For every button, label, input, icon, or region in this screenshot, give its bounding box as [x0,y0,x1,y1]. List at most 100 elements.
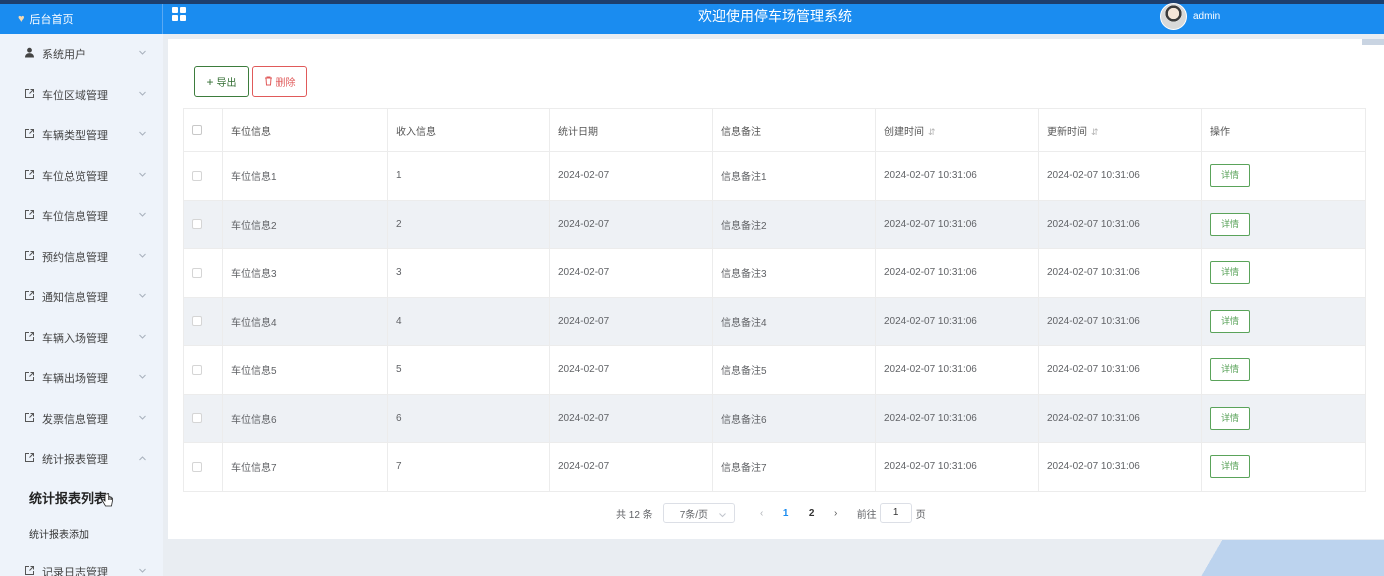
sidebar-item-label: 发票信息管理 [42,413,108,426]
table-row: 车位信息2 2 2024-02-07 信息备注2 2024-02-07 10:31:06… [183,199,1366,249]
chevron-down-icon [139,334,146,341]
cell-income: 4 [387,296,550,346]
cell-spot: 车位信息3 [222,248,388,298]
sidebar-subitem-0[interactable]: 统计报表列表 [0,480,163,516]
sidebar-item-9[interactable]: 发票信息管理 [0,399,163,440]
detail-button[interactable]: 详情 [1210,212,1250,236]
page-number-2[interactable]: 2 [799,508,825,519]
chevron-down-icon [139,415,146,422]
sidebar-item-label: 车辆类型管理 [42,130,108,143]
cell-spot: 车位信息5 [222,345,388,395]
sidebar-item-8[interactable]: 车辆出场管理 [0,358,163,399]
cell-note: 信息备注5 [712,345,876,395]
username: admin [1193,10,1221,22]
total-count: 共 12 条 [616,509,653,521]
row-checkbox[interactable] [192,219,202,230]
row-checkbox[interactable] [192,170,202,181]
cell-income: 7 [387,442,550,492]
column-header-4[interactable]: 创建时间 ⇵ [875,108,1039,152]
sidebar-item-log[interactable]: 记录日志管理 [0,552,163,576]
row-checkbox[interactable] [192,316,202,327]
sidebar-item-1[interactable]: 车位区域管理 [0,75,163,116]
prev-page-button[interactable]: ‹ [751,508,773,519]
page-list: 12 [773,508,825,519]
sidebar-item-3[interactable]: 车位总览管理 [0,156,163,197]
column-header-label: 更新时间 [1047,126,1087,138]
cell-spot: 车位信息7 [222,442,388,492]
cell-note: 信息备注3 [712,248,876,298]
top-header: ♥ 后台首页 欢迎使用停车场管理系统 admin [0,1,1384,34]
row-select-cell [183,442,223,492]
detail-button[interactable]: 详情 [1210,309,1250,333]
user-menu[interactable]: admin [1160,1,1220,31]
chevron-down-icon [139,212,146,220]
cell-date: 2024-02-07 [549,199,713,249]
next-page-button[interactable]: › [825,508,847,519]
sidebar-item-label: 车位信息管理 [42,211,108,224]
sort-icon[interactable]: ⇵ [928,127,936,137]
external-link-icon [24,128,37,142]
decorative-shape [1190,540,1384,576]
sidebar-item-5[interactable]: 预约信息管理 [0,237,163,278]
page-suffix: 页 [915,509,926,521]
user-icon [24,47,37,61]
cell-created: 2024-02-07 10:31:06 [875,442,1039,492]
cell-income: 2 [387,199,550,249]
sidebar-item-label: 车位区域管理 [42,89,108,102]
table-row: 车位信息7 7 2024-02-07 信息备注7 2024-02-07 10:31:06… [183,442,1366,492]
cell-income: 3 [387,248,550,298]
row-select-cell [183,199,223,249]
cell-created: 2024-02-07 10:31:06 [875,345,1039,395]
row-checkbox[interactable] [192,364,202,375]
sidebar-item-10[interactable]: 统计报表管理 [0,439,163,480]
select-all-checkbox[interactable] [192,124,202,135]
detail-button[interactable]: 详情 [1210,164,1250,188]
cell-action: 详情 [1201,248,1366,298]
chevron-down-icon [139,293,146,301]
chevron-down-icon [718,510,726,521]
column-header-5[interactable]: 更新时间 ⇵ [1038,108,1202,152]
sidebar-item-4[interactable]: 车位信息管理 [0,196,163,237]
cell-updated: 2024-02-07 10:31:06 [1038,151,1202,201]
row-checkbox[interactable] [192,413,202,424]
sidebar-item-0[interactable]: 系统用户 [0,34,163,75]
external-link-icon [24,88,37,102]
sort-icon[interactable]: ⇵ [1091,127,1099,137]
external-link-icon [24,412,37,426]
cell-created: 2024-02-07 10:31:06 [875,393,1039,443]
sidebar-item-7[interactable]: 车辆入场管理 [0,318,163,359]
table-row: 车位信息3 3 2024-02-07 信息备注3 2024-02-07 10:31:06… [183,248,1366,298]
sidebar-subitem-1[interactable]: 统计报表添加 [0,516,163,552]
column-header-label: 操作 [1210,126,1230,138]
scroll-track [1362,39,1384,45]
detail-button[interactable]: 详情 [1210,406,1250,430]
detail-button[interactable]: 详情 [1210,455,1250,479]
cell-note: 信息备注6 [712,393,876,443]
cell-note: 信息备注7 [712,442,876,492]
chevron-down-icon [139,50,146,58]
export-button[interactable]: + 导出 [194,66,249,97]
row-select-cell [183,151,223,201]
avatar[interactable] [1160,2,1187,30]
cell-note: 信息备注4 [712,296,876,346]
sidebar-item-6[interactable]: 通知信息管理 [0,277,163,318]
row-checkbox[interactable] [192,461,202,472]
detail-button[interactable]: 详情 [1210,261,1250,285]
sidebar-item-label: 车辆入场管理 [42,332,108,345]
chevron-up-icon [139,456,146,463]
cell-note: 信息备注2 [712,199,876,249]
goto-page-input[interactable]: 1 [879,503,912,523]
sidebar-item-2[interactable]: 车辆类型管理 [0,115,163,156]
sidebar-item-label: 预约信息管理 [42,251,108,264]
export-label: 导出 [216,78,237,89]
page-size-select[interactable]: 7条/页 [662,503,735,523]
cell-date: 2024-02-07 [549,296,713,346]
sidebar-item-label: 系统用户 [42,49,86,62]
cell-created: 2024-02-07 10:31:06 [875,248,1039,298]
delete-button[interactable]: 删除 [252,66,307,97]
detail-button[interactable]: 详情 [1210,358,1250,382]
plus-icon: + [206,74,214,89]
page-number-1[interactable]: 1 [773,508,799,519]
row-checkbox[interactable] [192,267,202,278]
cell-action: 详情 [1201,296,1366,346]
